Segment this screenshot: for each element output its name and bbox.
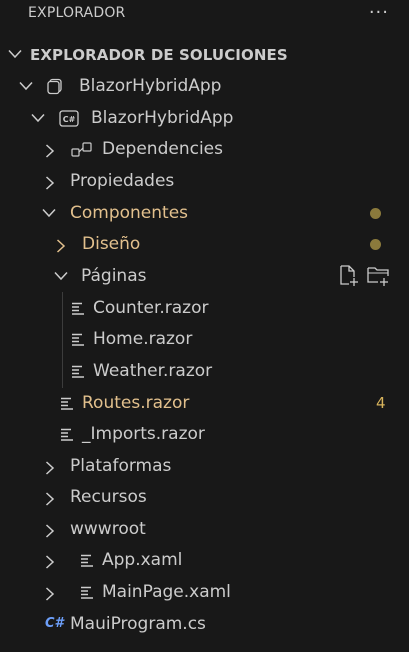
tree-item-wwwroot[interactable]: wwwroot <box>0 514 409 545</box>
razor-file-icon <box>72 302 84 315</box>
tree-item-label: wwwroot <box>70 519 146 539</box>
chevron-down-icon <box>42 208 56 218</box>
tree-item-dependencies[interactable]: Dependencies <box>0 134 409 165</box>
tree-item-label: MainPage.xaml <box>102 582 231 602</box>
xaml-file-icon <box>81 586 93 599</box>
explorer-pane-header: EXPLORADOR ··· <box>0 0 409 30</box>
tree-item-label: BlazorHybridApp <box>79 76 222 96</box>
csharp-file-icon: C# <box>45 616 64 631</box>
tree-item-label: Propiedades <box>70 171 175 191</box>
chevron-right-icon <box>45 587 55 601</box>
razor-file-icon <box>72 333 84 346</box>
chevron-right-icon <box>45 461 55 475</box>
solution-explorer-panel: EXPLORADOR ··· EXPLORADOR DE SOLUCIONES … <box>0 0 409 652</box>
chevron-down-icon <box>31 113 45 123</box>
more-actions-button[interactable]: ··· <box>369 2 389 23</box>
tree-item-solution[interactable]: BlazorHybridApp <box>0 71 409 102</box>
chevron-down-icon <box>54 271 68 281</box>
tree-item-label: Counter.razor <box>93 298 209 318</box>
modified-indicator <box>370 208 381 219</box>
tree-item-plataformas[interactable]: Plataformas <box>0 451 409 482</box>
tree-item-label: _Imports.razor <box>82 424 205 444</box>
chevron-right-icon <box>45 492 55 506</box>
tree-item-label: Routes.razor <box>82 393 190 413</box>
chevron-right-icon <box>45 524 55 538</box>
tree-item-componentes[interactable]: Componentes <box>0 198 409 229</box>
tree-item-mainpage-xaml[interactable]: MainPage.xaml <box>0 577 409 608</box>
tree-item-label: MauiProgram.cs <box>70 614 206 634</box>
tree-item-paginas[interactable]: Páginas <box>0 261 409 292</box>
solution-icon <box>47 78 62 95</box>
tree-item-routes-razor[interactable]: Routes.razor 4 <box>0 388 409 419</box>
tree-item-mauiprogram-cs[interactable]: C# MauiProgram.cs <box>0 609 409 640</box>
xaml-file-icon <box>81 554 93 567</box>
tree-item-label: Plataformas <box>70 456 172 476</box>
tree-item-app-xaml[interactable]: App.xaml <box>0 545 409 576</box>
csharp-project-icon: C# <box>59 110 79 127</box>
new-file-icon[interactable] <box>339 264 361 288</box>
razor-file-icon <box>72 365 84 378</box>
tree-item-diseno[interactable]: Diseño <box>0 229 409 260</box>
tree-item-label: BlazorHybridApp <box>91 108 234 128</box>
chevron-right-icon <box>45 176 55 190</box>
tree-item-label: Componentes <box>70 203 189 223</box>
problem-count-badge: 4 <box>376 394 386 412</box>
new-folder-icon[interactable] <box>366 264 392 288</box>
razor-file-icon <box>61 428 73 441</box>
chevron-right-icon <box>45 555 55 569</box>
tree-item-project[interactable]: C# BlazorHybridApp <box>0 103 409 134</box>
svg-text:C#: C# <box>63 115 76 124</box>
tree-item-label: Weather.razor <box>93 361 213 381</box>
chevron-right-icon <box>45 144 55 158</box>
explorer-title: EXPLORADOR <box>28 5 126 21</box>
chevron-down-icon <box>19 81 33 91</box>
chevron-down-icon <box>8 49 22 59</box>
modified-indicator <box>370 239 381 250</box>
section-title: EXPLORADOR DE SOLUCIONES <box>30 46 288 64</box>
tree-item-label: Dependencies <box>102 139 223 159</box>
tree-item-label: Home.razor <box>93 329 193 349</box>
tree-item-imports-razor[interactable]: _Imports.razor <box>0 419 409 450</box>
tree-item-counter-razor[interactable]: Counter.razor <box>0 293 409 324</box>
tree-item-home-razor[interactable]: Home.razor <box>0 324 409 355</box>
razor-file-icon <box>61 397 73 410</box>
tree-item-label: App.xaml <box>102 550 183 570</box>
tree-item-weather-razor[interactable]: Weather.razor <box>0 356 409 387</box>
tree-item-propiedades[interactable]: Propiedades <box>0 166 409 197</box>
tree-item-recursos[interactable]: Recursos <box>0 482 409 513</box>
tree-item-label: Páginas <box>81 266 147 286</box>
chevron-right-icon <box>56 239 66 253</box>
solution-explorer-section-header[interactable]: EXPLORADOR DE SOLUCIONES <box>0 40 409 70</box>
tree-item-label: Recursos <box>70 487 147 507</box>
tree-item-label: Diseño <box>82 234 141 254</box>
dependencies-icon <box>71 142 92 157</box>
